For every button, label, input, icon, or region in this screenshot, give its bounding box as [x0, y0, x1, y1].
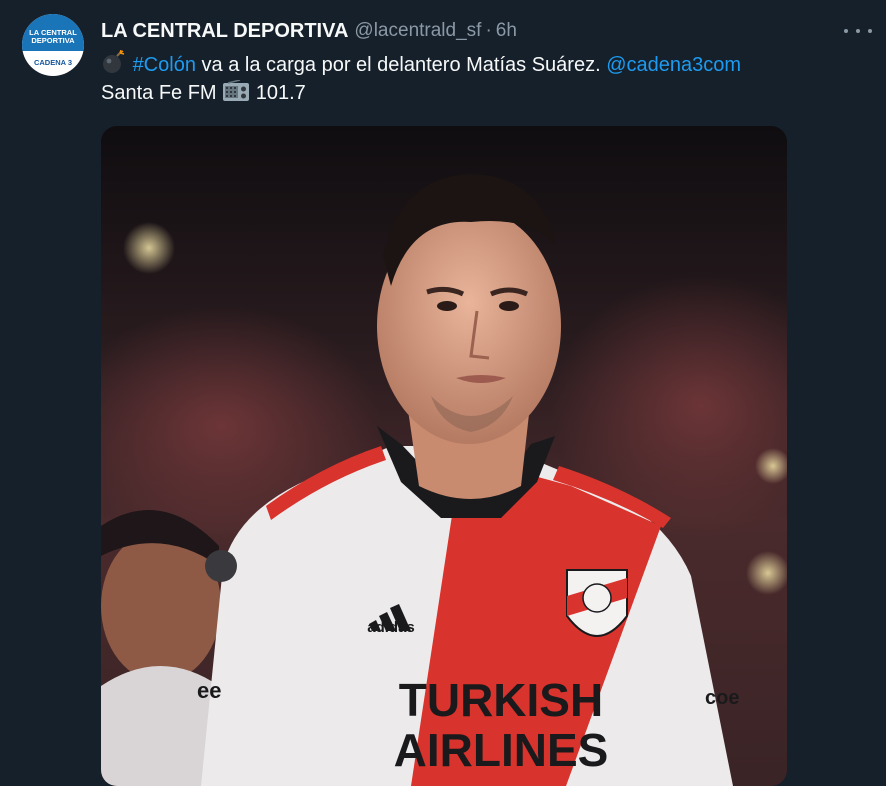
mention-link[interactable]: @cadena3com — [606, 54, 741, 76]
tweet-text-part: 101.7 — [250, 82, 306, 104]
tweet-text-line1: #Colón va a la carga por el delantero Ma… — [101, 49, 861, 79]
author-name[interactable]: LA CENTRAL DEPORTIVA — [101, 20, 348, 43]
more-dot — [856, 29, 860, 33]
more-icon[interactable] — [844, 19, 872, 43]
radio-emoji-icon — [222, 79, 250, 111]
river-plate-crest — [566, 569, 628, 637]
tweet-text: #Colón va a la carga por el delantero Ma… — [101, 49, 861, 108]
more-dot — [844, 29, 848, 33]
tweet-media-photo[interactable]: adidas TURKISH AIRLINES ee coe — [101, 126, 787, 786]
timestamp[interactable]: 6h — [496, 20, 517, 42]
more-dot — [868, 29, 872, 33]
tweet-text-part: Santa Fe FM — [101, 82, 223, 104]
avatar-line2: DEPORTIVA — [31, 36, 75, 45]
jersey-brand: adidas — [367, 619, 415, 636]
jersey-sponsor-line2: AIRLINES — [394, 724, 609, 776]
separator: · — [485, 20, 492, 41]
player-photo: adidas TURKISH AIRLINES ee coe — [101, 126, 787, 786]
tweet-text-line2: Santa Fe FM 101.7 — [101, 79, 861, 108]
avatar[interactable]: LA CENTRAL DEPORTIVA CADENA 3 — [22, 14, 84, 76]
tweet[interactable]: LA CENTRAL DEPORTIVA CADENA 3 LA CENTRAL… — [0, 0, 886, 786]
sleeve-patch — [205, 550, 237, 582]
avatar-line3: CADENA 3 — [33, 58, 73, 67]
sleeve-text-right: coe — [705, 687, 739, 709]
hashtag-link[interactable]: #Colón — [133, 54, 196, 76]
author-handle[interactable]: @lacentrald_sf — [354, 20, 481, 42]
tweet-header: LA CENTRAL DEPORTIVA @lacentrald_sf · 6h — [101, 18, 517, 44]
sleeve-text-left: ee — [197, 678, 221, 703]
jersey-sponsor-line1: TURKISH — [399, 674, 603, 726]
tweet-body-text: va a la carga por el delantero Matías Su… — [195, 54, 607, 76]
